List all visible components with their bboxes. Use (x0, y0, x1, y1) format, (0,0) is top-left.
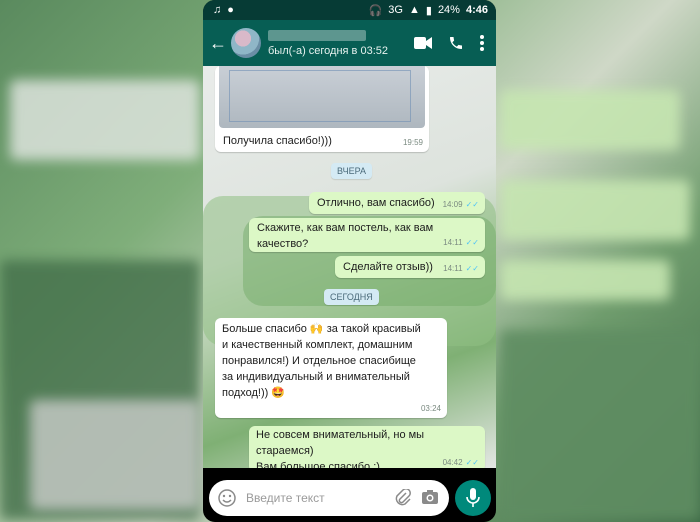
mic-button[interactable] (455, 480, 491, 516)
video-call-icon[interactable] (414, 37, 432, 49)
read-ticks-icon: ✓✓ (465, 458, 479, 468)
read-ticks-icon: ✓✓ (465, 200, 479, 210)
mic-icon (466, 488, 480, 507)
message-incoming[interactable]: Больше спасибо 🙌 за такой красивый и кач… (215, 318, 447, 418)
message-outgoing[interactable]: Сделайте отзыв)) 14:11 ✓✓ (335, 256, 485, 278)
message-outgoing[interactable]: Отлично, вам спасибо) 14:09 ✓✓ (309, 192, 485, 214)
message-time: 03:24 (420, 404, 441, 414)
read-ticks-icon: ✓✓ (465, 238, 479, 248)
read-ticks-icon: ✓✓ (465, 264, 479, 274)
battery-percent: 24% (437, 4, 460, 16)
day-separator: СЕГОДНЯ (324, 289, 379, 305)
camera-icon[interactable] (421, 489, 439, 510)
notification-icon: ● (227, 4, 234, 16)
message-outgoing[interactable]: Скажите, как вам постель, как вам качест… (249, 218, 485, 252)
chat-area[interactable]: Получила спасибо!))) 19:59 ВЧЕРА Отлично… (203, 66, 496, 468)
message-time: 14:09 (442, 200, 463, 210)
music-icon: ♫ (213, 4, 222, 16)
message-time: 14:11 (443, 264, 463, 274)
attach-icon[interactable] (395, 488, 411, 512)
message-time: 14:11 (443, 238, 463, 248)
composer-bar: Введите текст (203, 468, 496, 522)
signal-icon: ▲ (408, 4, 420, 16)
message-text: Больше спасибо 🙌 за такой красивый и кач… (222, 323, 421, 399)
back-arrow-icon[interactable]: ← (207, 33, 229, 54)
clock: 4:46 (465, 4, 488, 16)
input-placeholder: Введите текст (246, 491, 325, 505)
message-incoming[interactable]: Получила спасибо!))) 19:59 (215, 66, 429, 152)
headphones-icon: 🎧 (368, 4, 383, 17)
message-time: 19:59 (402, 138, 423, 148)
message-text: Отлично, вам спасибо) (317, 197, 435, 209)
last-seen: был(-а) сегодня в 03:52 (268, 44, 388, 57)
day-separator: ВЧЕРА (331, 163, 373, 179)
message-input[interactable]: Введите текст (209, 480, 449, 516)
contact-name-blurred (268, 29, 366, 41)
battery-icon: ▮ (425, 4, 432, 17)
phone-screen: ♫ ● 🎧 3G ▲ ▮ 24% 4:46 ← был(-а) сегодня … (203, 0, 496, 522)
message-text: Получила спасибо!))) (223, 135, 332, 147)
phone-icon[interactable] (448, 35, 464, 51)
contact-info[interactable]: был(-а) сегодня в 03:52 (268, 29, 388, 57)
message-outgoing[interactable]: Не совсем внимательный, но мы стараемся)… (249, 426, 485, 468)
message-text: Сделайте отзыв)) (343, 261, 433, 273)
more-vert-icon[interactable] (480, 35, 484, 51)
avatar[interactable] (231, 28, 261, 58)
emoji-icon[interactable] (218, 489, 236, 507)
network-label: 3G (388, 4, 403, 16)
message-time: 04:42 (442, 458, 463, 468)
message-text: Не совсем внимательный, но мы стараемся)… (256, 429, 425, 468)
photo-attachment[interactable] (219, 66, 425, 128)
chat-header: ← был(-а) сегодня в 03:52 (203, 20, 496, 66)
message-text: Скажите, как вам постель, как вам качест… (257, 222, 434, 250)
status-bar: ♫ ● 🎧 3G ▲ ▮ 24% 4:46 (203, 0, 496, 20)
